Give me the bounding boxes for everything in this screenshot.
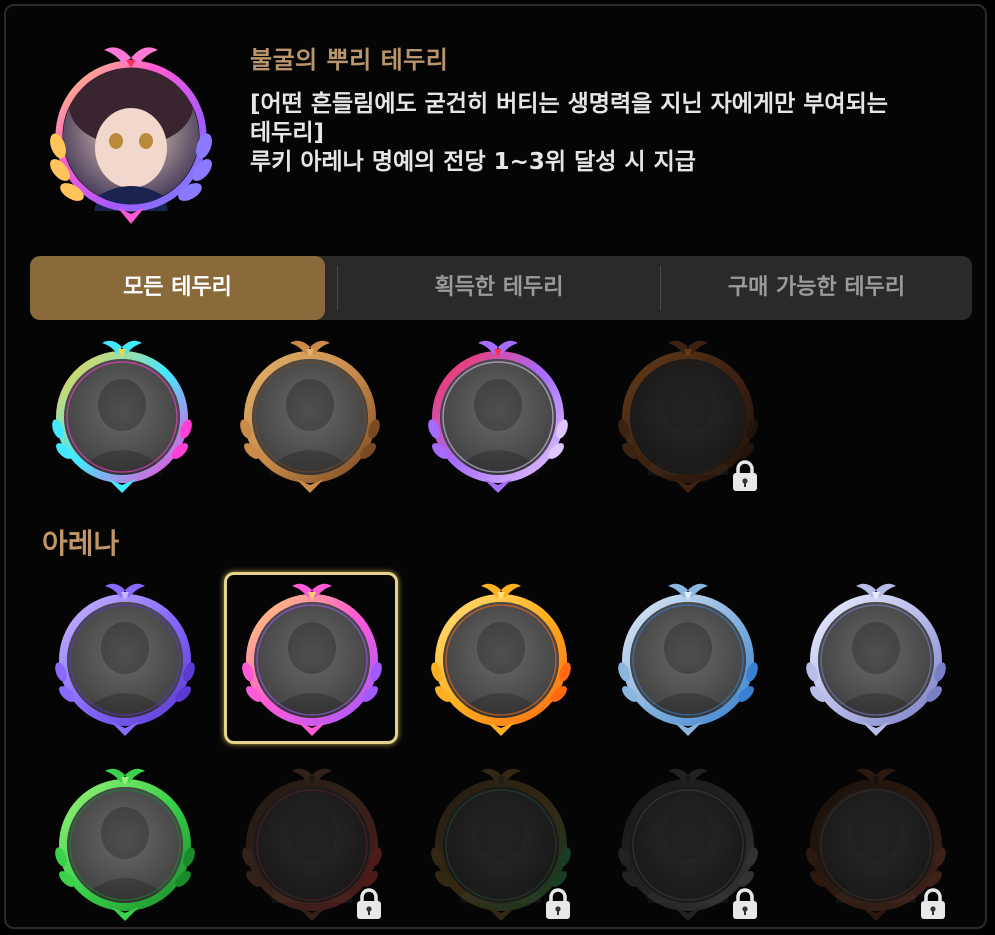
frame-arena-silver-laurel[interactable] xyxy=(608,580,768,740)
filter-tabs: 모든 테두리 획득한 테두리 구매 가능한 테두리 xyxy=(30,256,972,320)
lock-icon xyxy=(352,887,386,921)
section-title-arena: 아레나 xyxy=(42,527,120,560)
frame-crystal-spike[interactable] xyxy=(418,337,578,497)
frame-steampunk[interactable] xyxy=(230,337,390,497)
tab-owned-frames[interactable]: 획득한 테두리 xyxy=(338,256,660,320)
lock-icon xyxy=(916,887,950,921)
frame-arena-steel[interactable] xyxy=(608,765,768,925)
frame-arena-rainbow-laurel[interactable] xyxy=(232,580,392,740)
frame-title: 불굴의 뿌리 테두리 xyxy=(250,46,449,74)
tab-purchasable-frames[interactable]: 구매 가능한 테두리 xyxy=(661,256,972,320)
frame-glitch[interactable] xyxy=(42,337,202,497)
lock-icon xyxy=(728,459,762,493)
frame-arena-bronze-ring[interactable] xyxy=(796,765,956,925)
frame-arena-violet[interactable] xyxy=(45,580,205,740)
frame-arena-ruby-laurel[interactable] xyxy=(232,765,392,925)
lock-icon xyxy=(728,887,762,921)
selected-frame-preview xyxy=(38,36,224,226)
description-line: 루키 아레나 명예의 전당 1~3위 달성 시 지급 xyxy=(250,149,696,175)
description-line: [어떤 흔들림에도 굳건히 버티는 생명력을 지닌 자에게만 부여되는 xyxy=(250,91,888,117)
lock-icon xyxy=(541,887,575,921)
description-line: 테두리] xyxy=(250,120,324,146)
frame-flame-dark[interactable] xyxy=(608,337,768,497)
tab-all-frames[interactable]: 모든 테두리 xyxy=(30,256,325,320)
frame-arena-gold-laurel[interactable] xyxy=(421,580,581,740)
frame-arena-emerald-laurel[interactable] xyxy=(421,765,581,925)
frame-description: [어떤 흔들림에도 굳건히 버티는 생명력을 지닌 자에게만 부여되는 테두리]… xyxy=(250,90,970,177)
frame-arena-green[interactable] xyxy=(45,765,205,925)
frame-arena-silver-ring[interactable] xyxy=(796,580,956,740)
